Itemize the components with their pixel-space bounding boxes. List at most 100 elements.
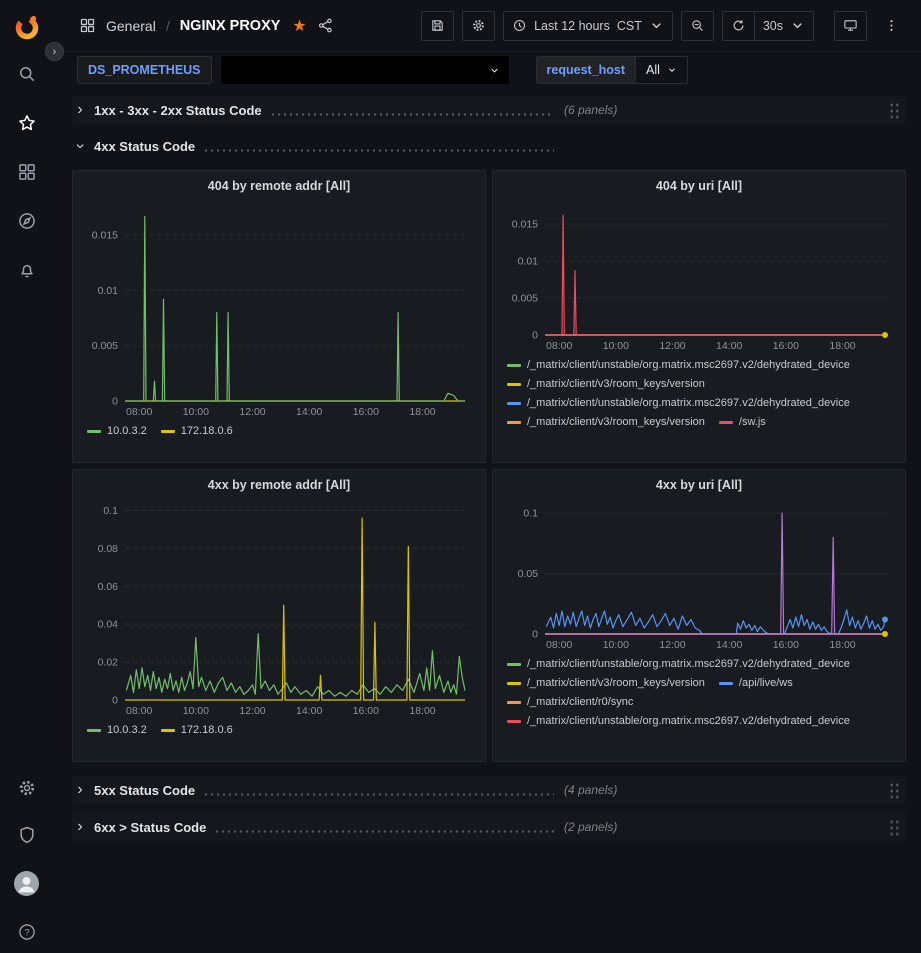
- chevron-right-icon: ›: [74, 819, 86, 835]
- svg-text:08:00: 08:00: [126, 406, 152, 418]
- sidebar: ?: [0, 0, 53, 953]
- chart-legend: 10.0.3.2 172.18.0.6: [83, 419, 475, 456]
- panel-4xx-by-remote-addr: 4xx by remote addr [All] 00.020.040.060.…: [72, 469, 486, 762]
- legend-series-swatch: [507, 701, 521, 704]
- svg-text:16:00: 16:00: [773, 639, 799, 651]
- legend-item[interactable]: 10.0.3.2: [87, 723, 147, 738]
- svg-text:0.01: 0.01: [518, 256, 539, 268]
- clock-icon: [512, 18, 527, 33]
- svg-text:16:00: 16:00: [353, 406, 379, 418]
- legend-series-swatch: [507, 364, 521, 367]
- apps-grid-icon[interactable]: [79, 17, 96, 34]
- main-area: General / NGINX PROXY ★: [53, 0, 921, 953]
- variable-value-ds-prometheus-redacted[interactable]: [221, 56, 509, 84]
- legend-item[interactable]: 10.0.3.2: [87, 424, 147, 439]
- refresh-button[interactable]: [722, 11, 754, 41]
- refresh-interval-select[interactable]: 30s: [754, 11, 814, 41]
- breadcrumb-dashboard-title[interactable]: NGINX PROXY: [180, 18, 281, 34]
- panel-404-by-uri: 404 by uri [All] 00.0050.010.01508:0010:…: [492, 170, 906, 463]
- chart-legend: /_matrix/client/unstable/org.matrix.msc2…: [503, 353, 895, 456]
- panel-title[interactable]: 4xx by remote addr [All]: [83, 475, 475, 494]
- legend-item[interactable]: /_matrix/client/unstable/org.matrix.msc2…: [507, 358, 850, 373]
- variable-value-request-host[interactable]: All: [635, 56, 688, 84]
- time-range-picker[interactable]: Last 12 hours CST: [503, 11, 673, 41]
- svg-text:14:00: 14:00: [716, 340, 742, 352]
- legend-series-swatch: [507, 421, 521, 424]
- legend-series-swatch: [507, 402, 521, 405]
- panel-title[interactable]: 404 by remote addr [All]: [83, 176, 475, 195]
- alerting-bell-icon[interactable]: [16, 259, 38, 281]
- search-icon[interactable]: [16, 63, 38, 85]
- svg-text:08:00: 08:00: [546, 340, 572, 352]
- help-icon[interactable]: ?: [16, 921, 38, 943]
- explore-compass-icon[interactable]: [16, 210, 38, 232]
- svg-text:0.04: 0.04: [98, 619, 119, 631]
- dotted-leader: [270, 113, 554, 116]
- legend-item[interactable]: /sw.js: [719, 415, 766, 430]
- svg-text:0.02: 0.02: [98, 657, 119, 669]
- legend-item[interactable]: /_matrix/client/unstable/org.matrix.msc2…: [507, 657, 850, 672]
- row-drag-handle[interactable]: [889, 102, 900, 119]
- panel-title[interactable]: 4xx by uri [All]: [503, 475, 895, 494]
- kebab-menu-icon[interactable]: [875, 11, 907, 41]
- favorite-star-icon[interactable]: ★: [292, 16, 306, 36]
- legend-item[interactable]: /_matrix/client/v3/room_keys/version: [507, 415, 705, 430]
- sidebar-expand-button[interactable]: ›: [45, 42, 64, 61]
- dashboard-canvas: › 1xx - 3xx - 2xx Status Code (6 panels)…: [53, 88, 921, 953]
- legend-item[interactable]: /_matrix/client/unstable/org.matrix.msc2…: [507, 396, 850, 411]
- chart-404-by-uri[interactable]: 00.0050.010.01508:0010:0012:0014:0016:00…: [503, 195, 895, 353]
- panel-title[interactable]: 404 by uri [All]: [503, 176, 895, 195]
- svg-text:0: 0: [112, 695, 118, 707]
- chart-4xx-by-remote-addr[interactable]: 00.020.040.060.080.108:0010:0012:0014:00…: [83, 494, 475, 718]
- variable-label-request-host[interactable]: request_host: [536, 56, 637, 84]
- row-6xx[interactable]: › 6xx > Status Code (2 panels): [72, 813, 906, 841]
- svg-text:18:00: 18:00: [409, 705, 435, 717]
- time-range-label: Last 12 hours: [534, 19, 610, 33]
- admin-shield-icon[interactable]: [16, 824, 38, 846]
- legend-series-swatch: [507, 383, 521, 386]
- chart-404-by-remote-addr[interactable]: 00.0050.010.01508:0010:0012:0014:0016:00…: [83, 195, 475, 419]
- dashboard-settings-button[interactable]: [462, 11, 495, 41]
- panel-404-by-remote-addr: 404 by remote addr [All] 00.0050.010.015…: [72, 170, 486, 463]
- row-panel-count: (6 panels): [564, 103, 617, 117]
- legend-item[interactable]: /_matrix/client/v3/room_keys/version: [507, 377, 705, 392]
- legend-item[interactable]: 172.18.0.6: [161, 723, 233, 738]
- svg-text:?: ?: [24, 927, 29, 937]
- user-avatar[interactable]: [14, 871, 39, 896]
- legend-item[interactable]: /_matrix/client/unstable/org.matrix.msc2…: [507, 714, 850, 729]
- share-icon[interactable]: [317, 17, 334, 34]
- legend-item[interactable]: /api/live/ws: [719, 676, 793, 691]
- row-drag-handle[interactable]: [889, 782, 900, 799]
- zoom-out-time-button[interactable]: [681, 11, 714, 41]
- svg-text:12:00: 12:00: [239, 406, 265, 418]
- save-dashboard-button[interactable]: [421, 11, 454, 41]
- chart-legend: /_matrix/client/unstable/org.matrix.msc2…: [503, 652, 895, 755]
- grafana-logo-icon[interactable]: [13, 13, 41, 41]
- chevron-right-icon: ›: [74, 102, 86, 118]
- legend-series-swatch: [507, 720, 521, 723]
- legend-item[interactable]: /_matrix/client/v3/room_keys/version: [507, 676, 705, 691]
- dotted-leader: [203, 793, 554, 796]
- row-5xx[interactable]: › 5xx Status Code (4 panels): [72, 776, 906, 804]
- row-4xx[interactable]: › 4xx Status Code: [72, 134, 906, 158]
- chart-4xx-by-uri[interactable]: 00.050.108:0010:0012:0014:0016:0018:00: [503, 494, 895, 652]
- row-1xx-3xx-2xx[interactable]: › 1xx - 3xx - 2xx Status Code (6 panels): [72, 96, 906, 124]
- dashboards-icon[interactable]: [16, 161, 38, 183]
- row-title: 6xx > Status Code: [94, 820, 206, 835]
- legend-item[interactable]: /_matrix/client/r0/sync: [507, 695, 633, 710]
- row-drag-handle[interactable]: [889, 819, 900, 836]
- legend-item[interactable]: 172.18.0.6: [161, 424, 233, 439]
- chevron-down-icon: [489, 65, 500, 76]
- svg-text:0.1: 0.1: [523, 508, 538, 520]
- variable-label-ds-prometheus[interactable]: DS_PROMETHEUS: [77, 56, 212, 84]
- chevron-down-icon: [649, 18, 664, 33]
- breadcrumb-folder[interactable]: General: [106, 18, 156, 34]
- legend-series-swatch: [719, 421, 733, 424]
- legend-series-swatch: [161, 729, 175, 732]
- starred-dashboards-icon[interactable]: [16, 112, 38, 134]
- cycle-view-mode-button[interactable]: [834, 11, 867, 41]
- settings-gear-icon[interactable]: [16, 777, 38, 799]
- legend-series-swatch: [161, 430, 175, 433]
- chevron-down-icon: ›: [72, 140, 88, 152]
- svg-text:10:00: 10:00: [603, 639, 629, 651]
